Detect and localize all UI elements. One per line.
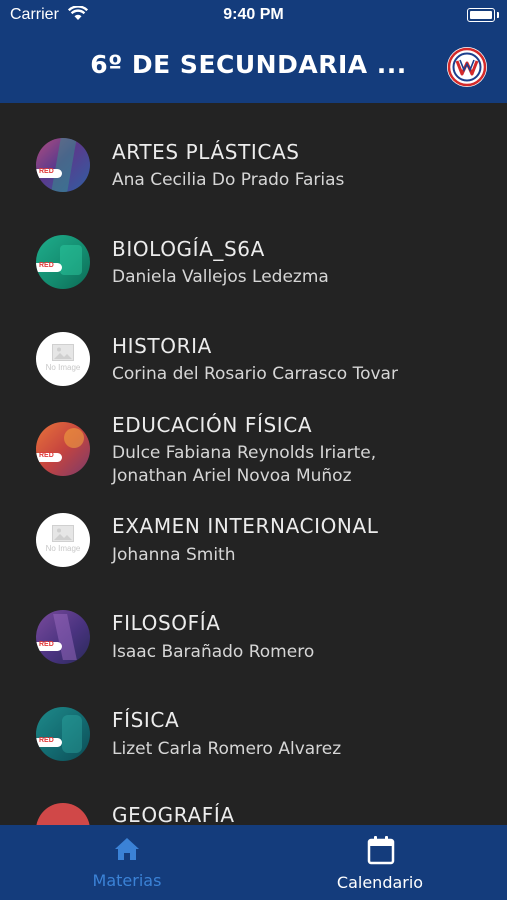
course-name: FÍSICA (112, 708, 180, 732)
tab-calendario[interactable]: Calendario (290, 825, 470, 900)
course-name: EDUCACIÓN FÍSICA (112, 413, 313, 437)
battery-icon (467, 8, 499, 22)
no-image-label: No Image (45, 363, 81, 372)
image-placeholder-icon (52, 525, 74, 542)
course-image: RED (36, 138, 90, 192)
teacher-name: Corina del Rosario Carrasco Tovar (112, 364, 398, 384)
teacher-name: Dulce Fabiana Reynolds Iriarte, (112, 443, 377, 463)
tab-materias-label: Materias (92, 871, 162, 890)
no-image-label: No Image (45, 544, 81, 553)
school-logo[interactable] (446, 46, 488, 88)
teacher-name: Johanna Smith (112, 545, 236, 565)
course-name: FILOSOFÍA (112, 611, 221, 635)
course-name: HISTORIA (112, 334, 212, 358)
course-image: RED (36, 707, 90, 761)
tab-materias[interactable]: Materias (37, 825, 217, 900)
course-image: RED (36, 235, 90, 289)
course-image: RED (36, 422, 90, 476)
status-bar: Carrier 9:40 PM (0, 0, 507, 30)
course-list[interactable]: RED ARTES PLÁSTICAS Ana Cecilia Do Prado… (0, 103, 507, 825)
tab-bar: Materias Calendario (0, 825, 507, 900)
image-placeholder-icon (52, 344, 74, 361)
course-image: RED (36, 610, 90, 664)
calendar-icon (367, 836, 395, 865)
course-image (36, 803, 90, 825)
course-name: BIOLOGÍA_S6A (112, 237, 265, 261)
course-name: ARTES PLÁSTICAS (112, 140, 300, 164)
course-name: EXAMEN INTERNACIONAL (112, 514, 379, 538)
clock: 9:40 PM (223, 6, 284, 23)
course-name: GEOGRAFÍA (112, 803, 235, 825)
no-image-placeholder: No Image (36, 332, 90, 386)
teacher-name: Daniela Vallejos Ledezma (112, 267, 329, 287)
app-header: Carrier 9:40 PM 6º DE SECUNDARIA ... (0, 0, 507, 103)
teacher-name: Lizet Carla Romero Alvarez (112, 739, 342, 759)
no-image-placeholder: No Image (36, 513, 90, 567)
teacher-name: Ana Cecilia Do Prado Farias (112, 170, 345, 190)
teacher-name: Isaac Barañado Romero (112, 642, 315, 662)
page-title: 6º DE SECUNDARIA ... (90, 50, 407, 79)
tab-calendario-label: Calendario (336, 873, 424, 892)
home-icon (115, 838, 139, 860)
teacher-name-second: Jonathan Ariel Novoa Muñoz (112, 466, 352, 486)
